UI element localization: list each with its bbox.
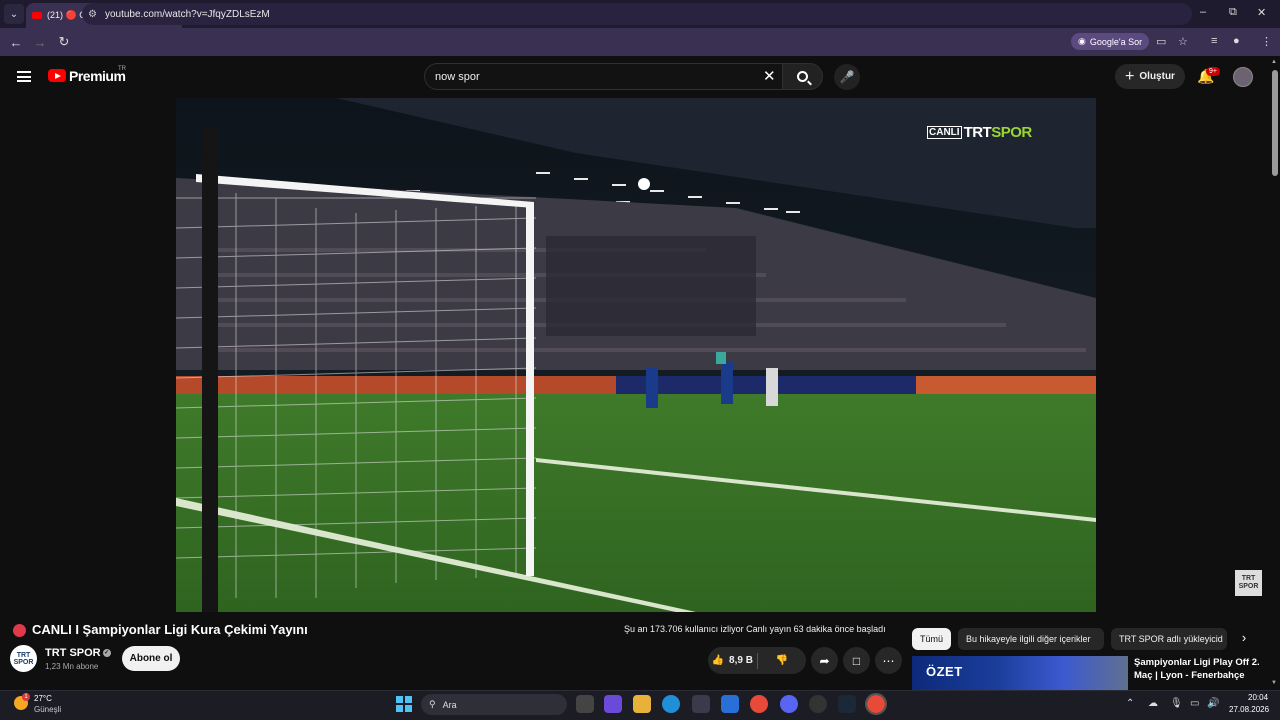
viewer-stats[interactable]: Şu an 173.706 kullanıcı izliyor Canlı ya… <box>624 624 886 634</box>
like-count: 8,9 B <box>729 655 753 666</box>
thumbs-down-icon: 👎 <box>775 655 788 666</box>
chip-related-story[interactable]: Bu hikayeyle ilgili diğer içerikler <box>958 628 1104 650</box>
search-icon <box>797 71 808 82</box>
edge-browser-icon[interactable] <box>662 695 680 713</box>
watermark-live-label: CANLI <box>927 126 962 139</box>
lens-icon: ◉ <box>1078 36 1086 46</box>
browser-menu-icon[interactable]: ⋮ <box>1261 35 1272 48</box>
tray-overflow-icon[interactable]: ⌃ <box>1126 698 1134 709</box>
clear-search-icon[interactable]: ✕ <box>763 67 776 85</box>
youtube-logo-text[interactable]: Premium <box>69 68 126 84</box>
subscribe-button[interactable]: Abone ol <box>122 646 180 671</box>
chrome-icon[interactable] <box>750 695 768 713</box>
search-box[interactable] <box>424 63 784 90</box>
create-button[interactable]: + Oluştur <box>1115 64 1185 89</box>
google-sor-label: Google'a Sor <box>1089 36 1143 47</box>
discord-icon[interactable] <box>780 695 798 713</box>
watermark-brand-b: SPOR <box>991 124 1032 141</box>
url-field[interactable]: ⚙ youtube.com/watch?v=JfqyZDLsEzM <box>82 3 1192 25</box>
video-title: CANLI I Şampiyonlar Ligi Kura Çekimi Yay… <box>32 622 308 637</box>
reading-list-icon[interactable]: ≡ <box>1211 35 1217 47</box>
notification-count-badge: 9+ <box>1206 67 1220 76</box>
save-button[interactable]: □ <box>843 647 870 674</box>
video-frame-scene <box>176 98 1096 612</box>
youtube-logo-icon[interactable] <box>48 69 66 82</box>
more-horizontal-icon: ⋯ <box>882 653 895 668</box>
restore-icon[interactable]: ⧉ <box>1229 6 1237 19</box>
chevron-right-icon[interactable]: › <box>1235 630 1253 648</box>
mail-icon[interactable] <box>721 695 739 713</box>
search-button[interactable] <box>782 63 823 90</box>
watermark-brand-a: TRT <box>963 124 992 141</box>
forward-arrow-icon[interactable]: → <box>28 35 52 50</box>
more-actions-button[interactable]: ⋯ <box>875 647 902 674</box>
share-arrow-icon: ➦ <box>819 653 830 668</box>
copilot-icon[interactable] <box>604 695 622 713</box>
search-input[interactable] <box>435 70 755 83</box>
like-button[interactable]: 👍 8,9 B <box>708 655 757 666</box>
taskbar-search-icon: ⚲ <box>429 699 436 709</box>
channel-name[interactable]: TRT SPOR ✓ <box>45 647 111 659</box>
watermark-brand: TRTSPOR <box>963 124 1033 141</box>
store-icon[interactable] <box>692 695 710 713</box>
microphone-icon: 🎤 <box>839 70 855 84</box>
scroll-down-arrow-icon[interactable]: ▼ <box>1271 680 1277 686</box>
mic-tray-icon[interactable]: 🎙 <box>1170 698 1183 709</box>
hamburger-menu-icon[interactable] <box>17 71 31 82</box>
back-arrow-icon[interactable]: ← <box>4 35 28 50</box>
clock-time[interactable]: 20:04 <box>1248 693 1268 702</box>
thumbnail-overlay-text: ÖZET <box>926 664 963 679</box>
tab-search-chevron-icon[interactable]: ⌄ <box>4 4 24 24</box>
network-icon[interactable]: ▭ <box>1190 698 1199 709</box>
youtube-region-code: TR <box>118 66 126 72</box>
thumbs-up-icon: 👍 <box>711 655 725 666</box>
url-text[interactable]: youtube.com/watch?v=JfqyZDLsEzM <box>105 9 270 20</box>
scrollbar-thumb[interactable] <box>1272 70 1278 176</box>
weather-temperature[interactable]: 27°C <box>34 694 52 703</box>
bookmark-icon: □ <box>852 653 861 668</box>
steam-icon[interactable] <box>838 695 856 713</box>
weather-alert-badge: 1 <box>22 693 30 701</box>
window-close-icon[interactable]: ✕ <box>1257 6 1266 19</box>
account-avatar[interactable] <box>1233 67 1253 87</box>
reload-icon[interactable]: ↻ <box>52 34 76 50</box>
voice-search-button[interactable]: 🎤 <box>834 64 860 90</box>
task-view-icon[interactable] <box>576 695 594 713</box>
youtube-favicon-icon <box>32 12 42 19</box>
channel-name-text[interactable]: TRT SPOR <box>45 647 101 659</box>
onedrive-cloud-icon[interactable]: ☁ <box>1148 698 1158 709</box>
create-label: Oluştur <box>1139 71 1175 82</box>
trt-spor-live-watermark: CANLI TRTSPOR <box>927 124 1032 141</box>
video-player[interactable] <box>176 98 1096 612</box>
bookmark-star-icon[interactable]: ☆ <box>1178 35 1188 48</box>
share-button[interactable]: ➦ <box>811 647 838 674</box>
volume-icon[interactable]: 🔊 <box>1207 698 1219 709</box>
recommended-video-title[interactable]: Şampiyonlar Ligi Play Off 2. Maç | Lyon … <box>1134 656 1264 682</box>
chrome-active-icon[interactable] <box>865 693 887 715</box>
channel-avatar[interactable]: TRT SPOR <box>10 645 37 672</box>
site-info-icon[interactable]: ⚙ <box>88 9 97 20</box>
weather-condition[interactable]: Güneşli <box>34 705 61 714</box>
taskbar-search[interactable]: ⚲ Ara <box>421 694 567 715</box>
subscriber-count: 1,23 Mn abone <box>45 662 99 671</box>
profile-icon[interactable]: ● <box>1233 35 1240 47</box>
chip-all[interactable]: Tümü <box>912 628 952 650</box>
clock-date[interactable]: 27.08.2026 <box>1229 705 1269 714</box>
plus-icon: + <box>1125 67 1135 85</box>
football-ball <box>638 178 650 190</box>
dislike-button[interactable]: 👎 <box>758 655 807 666</box>
scroll-up-arrow-icon[interactable]: ▲ <box>1271 59 1277 65</box>
like-dislike-group: 👍 8,9 B 👎 <box>708 647 806 674</box>
live-indicator-icon <box>13 624 26 637</box>
taskbar-search-label: Ara <box>442 699 457 710</box>
file-explorer-icon[interactable] <box>633 695 651 713</box>
github-icon[interactable] <box>809 695 827 713</box>
google-sor-button[interactable]: ◉ Google'a Sor <box>1071 33 1150 50</box>
windows-start-icon[interactable] <box>396 696 412 712</box>
chip-from-uploader[interactable]: TRT SPOR adlı yükleyicid <box>1111 628 1227 650</box>
channel-branding-corner-logo[interactable]: TRT SPOR <box>1235 570 1262 596</box>
verified-check-icon: ✓ <box>102 649 111 658</box>
minimize-icon[interactable]: – <box>1200 6 1206 18</box>
cast-icon[interactable]: ▭ <box>1156 35 1166 48</box>
